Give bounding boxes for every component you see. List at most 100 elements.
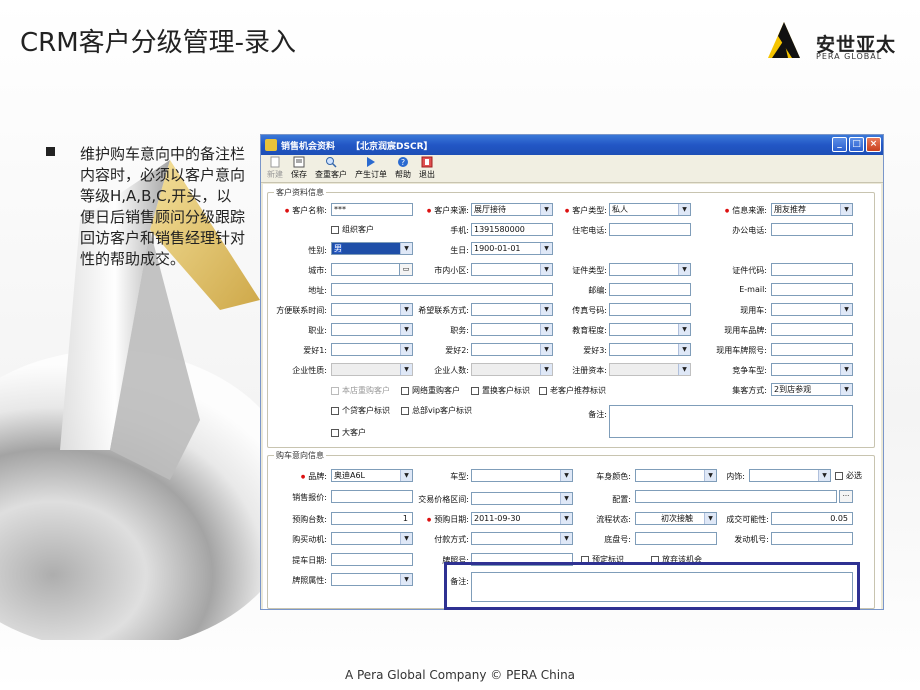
body-color-select[interactable] — [635, 469, 717, 482]
store-reorder-checkbox[interactable]: 本店重购客户 — [331, 385, 390, 396]
contact-way-select[interactable] — [471, 303, 553, 316]
date-picker[interactable]: 2011-09-30 — [471, 512, 573, 525]
probability-field[interactable]: 0.05 — [771, 512, 853, 525]
plate-label: 现用车牌照号: — [716, 346, 767, 355]
engine-field[interactable] — [771, 532, 853, 545]
id-type-select[interactable] — [609, 263, 691, 276]
gather-label: 集客方式: — [732, 386, 767, 395]
gender-select[interactable]: 男 — [331, 242, 413, 255]
company-size-label: 企业人数: — [434, 366, 469, 375]
config-browse-button[interactable]: ··· — [839, 490, 853, 503]
postcode-field[interactable] — [609, 283, 691, 296]
customer-remark-field[interactable] — [609, 405, 853, 438]
home-phone-field[interactable] — [609, 223, 691, 236]
window-titlebar[interactable]: 销售机会资料 【北京润宸DSCR】 _ □ × — [261, 135, 883, 155]
customer-source-select[interactable]: 展厅接待 — [471, 203, 553, 216]
mobile-label: 手机: — [450, 226, 469, 235]
brand-select[interactable]: 奥迪A6L — [331, 469, 413, 482]
close-button[interactable]: × — [866, 137, 881, 152]
contact-way-label: 希望联系方式: — [418, 306, 469, 315]
interior-select[interactable] — [749, 469, 831, 482]
payment-select[interactable] — [471, 532, 573, 545]
car-brand-field[interactable] — [771, 323, 853, 336]
help-button[interactable]: ? 帮助 — [393, 156, 413, 182]
old-referral-checkbox[interactable]: 老客户推荐标识 — [539, 385, 606, 396]
duplicate-check-button[interactable]: 查重客户 — [313, 156, 349, 182]
customer-type-select[interactable]: 私人 — [609, 203, 691, 216]
hobby2-label: 爱好2: — [445, 346, 469, 355]
price-range-select[interactable] — [471, 492, 573, 505]
education-select[interactable] — [609, 323, 691, 336]
birthday-picker[interactable]: 1900-01-01 — [471, 242, 553, 255]
config-field[interactable] — [635, 490, 837, 503]
car-brand-label: 现用车品牌: — [724, 326, 767, 335]
interior-label: 内饰: — [726, 472, 745, 481]
current-car-select[interactable] — [771, 303, 853, 316]
contact-time-label: 方便联系时间: — [276, 306, 327, 315]
date-label: 预购日期: — [417, 514, 469, 525]
chassis-field[interactable] — [635, 532, 717, 545]
hobby3-select[interactable] — [609, 343, 691, 356]
count-label: 预购台数: — [292, 515, 327, 524]
minimize-button[interactable]: _ — [832, 137, 847, 152]
rival-car-label: 竞争车型: — [732, 366, 767, 375]
save-button[interactable]: 保存 — [289, 156, 309, 182]
hq-vip-checkbox[interactable]: 总部vip客户标识 — [401, 405, 472, 416]
plate-attr-select[interactable] — [331, 573, 413, 586]
web-reorder-checkbox[interactable]: 网络重购客户 — [401, 385, 460, 396]
postcode-label: 邮编: — [588, 286, 607, 295]
city-label: 城市: — [308, 266, 327, 275]
chassis-label: 底盘号: — [604, 535, 631, 544]
maximize-button[interactable]: □ — [849, 137, 864, 152]
org-customer-checkbox[interactable]: 组织客户 — [331, 224, 374, 235]
count-field[interactable]: 1 — [331, 512, 413, 525]
new-button[interactable]: 新建 — [265, 156, 285, 182]
contact-time-select[interactable] — [331, 303, 413, 316]
district-select[interactable] — [471, 263, 553, 276]
intent-group-label: 购车意向信息 — [274, 450, 326, 461]
quote-field[interactable] — [331, 490, 413, 503]
email-field[interactable] — [771, 283, 853, 296]
motive-select[interactable] — [331, 532, 413, 545]
info-source-select[interactable]: 朋友推荐 — [771, 203, 853, 216]
body-color-label: 车身颜色: — [596, 472, 631, 481]
must-select-checkbox[interactable]: 必选 — [835, 470, 862, 481]
plate-field[interactable] — [771, 343, 853, 356]
engine-label: 发动机号: — [734, 535, 769, 544]
hobby2-select[interactable] — [471, 343, 553, 356]
address-field[interactable] — [331, 283, 553, 296]
status-select[interactable]: 初次接触 — [635, 512, 717, 525]
city-lookup-icon[interactable]: ▭ — [399, 263, 413, 276]
capital-label: 注册资本: — [572, 366, 607, 375]
company-size-select[interactable] — [471, 363, 553, 376]
company-type-select[interactable] — [331, 363, 413, 376]
save-icon — [293, 156, 305, 168]
position-label: 职务: — [450, 326, 469, 335]
model-select[interactable] — [471, 469, 573, 482]
capital-select[interactable] — [609, 363, 691, 376]
big-customer-checkbox[interactable]: 大客户 — [331, 427, 366, 438]
gather-select[interactable]: 2到店参观 — [771, 383, 853, 396]
job-select[interactable] — [331, 323, 413, 336]
mobile-field[interactable]: 1391580000 — [471, 223, 553, 236]
fax-field[interactable] — [609, 303, 691, 316]
model-label: 车型: — [450, 472, 469, 481]
hobby1-select[interactable] — [331, 343, 413, 356]
id-code-field[interactable] — [771, 263, 853, 276]
bullet-marker — [46, 147, 55, 156]
position-select[interactable] — [471, 323, 553, 336]
rival-car-select[interactable] — [771, 363, 853, 376]
exit-button[interactable]: 退出 — [417, 156, 437, 182]
address-label: 地址: — [308, 286, 327, 295]
quote-label: 销售报价: — [292, 493, 327, 502]
replace-customer-checkbox[interactable]: 置换客户标识 — [471, 385, 530, 396]
pickup-date-field[interactable] — [331, 553, 413, 566]
hobby1-label: 爱好1: — [303, 346, 327, 355]
office-phone-field[interactable] — [771, 223, 853, 236]
customer-name-field[interactable]: *** — [331, 203, 413, 216]
home-phone-label: 住宅电话: — [572, 226, 607, 235]
create-order-button[interactable]: 产生订单 — [353, 156, 389, 182]
personal-loan-checkbox[interactable]: 个贷客户标识 — [331, 405, 390, 416]
price-range-label: 交易价格区间: — [418, 495, 469, 504]
window-subtitle: 【北京润宸DSCR】 — [351, 141, 433, 152]
